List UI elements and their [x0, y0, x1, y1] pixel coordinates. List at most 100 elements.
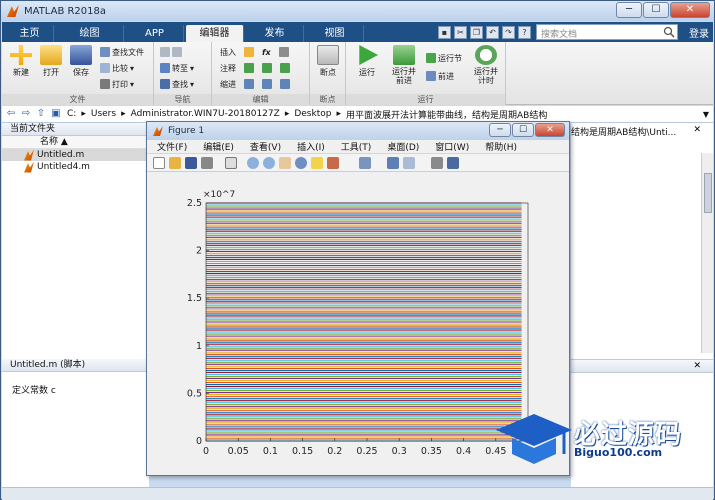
save-quick-icon[interactable]: ▪ [438, 26, 451, 39]
figure-menu-bar: 文件(F) 编辑(E) 查看(V) 插入(I) 工具(T) 桌面(D) 窗口(W… [147, 140, 569, 154]
x-tick-label: 0.3 [392, 446, 407, 457]
tab-editor[interactable]: 编辑器 [186, 25, 244, 42]
find-button[interactable]: 查找 ▾ [160, 78, 194, 90]
browse-folder-icon[interactable]: ▣ [50, 108, 62, 120]
goto-button[interactable]: 转至 ▾ [160, 62, 194, 74]
dock-icon[interactable] [447, 157, 459, 169]
tab-view[interactable]: 视图 [306, 25, 364, 42]
up-folder-icon[interactable]: ⇧ [35, 108, 47, 120]
menu-window[interactable]: 窗口(W) [435, 140, 469, 153]
indent-in-icon [262, 79, 272, 89]
indent-button[interactable]: 缩进 [220, 78, 290, 90]
close-button[interactable]: ✕ [670, 2, 710, 18]
compare-icon [100, 63, 110, 73]
y-tick-label: 2 [196, 246, 202, 257]
insert-button[interactable]: 插入 fx [220, 46, 289, 58]
file-row[interactable]: Untitled.m [2, 149, 148, 161]
forward-arrow-icon[interactable]: ⇨ [20, 108, 32, 120]
run-advance-icon [393, 45, 415, 65]
panel-close-icon[interactable]: ✕ [693, 125, 701, 135]
undo-quick-icon[interactable]: ↶ [486, 26, 499, 39]
menu-help[interactable]: 帮助(H) [485, 140, 517, 153]
ribbon-group-breakpoints: 断点 断点 [310, 42, 346, 105]
run-section-button[interactable]: 运行节 [426, 52, 462, 64]
legend-icon[interactable] [403, 157, 415, 169]
menu-insert[interactable]: 插入(I) [297, 140, 325, 153]
path-segment-desktop[interactable]: Desktop [294, 109, 331, 119]
figure-title: Figure 1 [168, 126, 205, 136]
x-tick-label: 0.1 [263, 446, 278, 457]
scroll-thumb[interactable] [704, 173, 712, 213]
breakpoints-icon [317, 45, 339, 65]
help-quick-icon[interactable]: ? [518, 26, 531, 39]
pan-icon[interactable] [279, 157, 291, 169]
print-icon[interactable] [201, 157, 213, 169]
back-forward-buttons[interactable] [160, 46, 182, 58]
breakpoints-button[interactable]: 断点 [313, 45, 343, 78]
tab-apps[interactable]: APP [126, 25, 184, 42]
menu-file[interactable]: 文件(F) [157, 140, 187, 153]
figure-close-button[interactable]: ✕ [535, 123, 565, 137]
path-segment-drive[interactable]: C: [67, 109, 76, 119]
tab-home[interactable]: 主页 [6, 25, 54, 42]
link-plot-icon[interactable] [359, 157, 371, 169]
new-figure-icon[interactable] [153, 157, 165, 169]
run-advance-button[interactable]: 运行并 前进 [386, 45, 422, 85]
panel-close-icon[interactable]: ✕ [693, 361, 701, 371]
minimize-button[interactable]: ─ [616, 2, 642, 18]
figure-toolbar [147, 154, 569, 172]
copy-quick-icon[interactable]: ❐ [470, 26, 483, 39]
name-column-header[interactable]: 名称 ▲ [2, 136, 148, 149]
current-folder-panel: 当前文件夹 名称 ▲ Untitled.m Untitled4.m [2, 123, 149, 359]
new-button[interactable]: 新建 [6, 45, 36, 78]
maximize-button[interactable]: ☐ [643, 2, 669, 18]
comment-button[interactable]: 注释 [220, 62, 290, 74]
file-row[interactable]: Untitled4.m [2, 161, 148, 173]
menu-view[interactable]: 查看(V) [250, 140, 281, 153]
save-icon[interactable] [185, 157, 197, 169]
back-arrow-icon[interactable]: ⇦ [5, 108, 17, 120]
compare-button[interactable]: 比较 ▾ [100, 62, 134, 74]
menu-tools[interactable]: 工具(T) [341, 140, 372, 153]
uncomment-icon [262, 63, 272, 73]
path-segment-users[interactable]: Users [91, 109, 116, 119]
search-input[interactable]: 搜索文档 [536, 24, 678, 40]
fx-icon[interactable]: fx [262, 48, 271, 57]
pointer-icon[interactable] [225, 157, 237, 169]
zoom-in-icon[interactable] [247, 157, 259, 169]
x-tick-label: 0.05 [228, 446, 249, 457]
open-folder-icon[interactable] [169, 157, 181, 169]
path-segment-admin[interactable]: Administrator.WIN7U-20180127Z [131, 109, 280, 119]
zoom-out-icon[interactable] [263, 157, 275, 169]
path-segment-project[interactable]: 用平面波展开法计算能带曲线，结构是周期AB结构 [346, 108, 547, 121]
data-cursor-icon[interactable] [311, 157, 323, 169]
run-time-button[interactable]: 运行并 计时 [468, 45, 504, 85]
run-button[interactable]: 运行 [352, 45, 382, 78]
login-link[interactable]: 登录 [689, 25, 709, 40]
arrow-left-icon [160, 47, 170, 57]
vertical-scrollbar[interactable] [701, 153, 713, 353]
hide-tools-icon[interactable] [431, 157, 443, 169]
redo-quick-icon[interactable]: ↷ [502, 26, 515, 39]
menu-desktop[interactable]: 桌面(D) [387, 140, 419, 153]
ribbon-toolbar: 新建 打开 保存 查找文件 比较 ▾ 打印 ▾ 文件 转至 ▾ 查找 ▾ 导航 … [2, 42, 713, 105]
cut-quick-icon[interactable]: ✂ [454, 26, 467, 39]
advance-button[interactable]: 前进 [426, 70, 454, 82]
y-tick-label: 1.5 [187, 293, 202, 304]
save-button[interactable]: 保存 [66, 45, 96, 78]
y-tick-label: 0.5 [187, 388, 202, 399]
colorbar-icon[interactable] [387, 157, 399, 169]
open-button[interactable]: 打开 [36, 45, 66, 78]
brush-icon[interactable] [327, 157, 339, 169]
rotate-icon[interactable] [295, 157, 307, 169]
tab-plots[interactable]: 绘图 [56, 25, 124, 42]
menu-edit[interactable]: 编辑(E) [203, 140, 234, 153]
address-dropdown-icon[interactable]: ▼ [703, 110, 709, 119]
figure-minimize-button[interactable]: ─ [489, 123, 511, 137]
tab-publish[interactable]: 发布 [246, 25, 304, 42]
print-button[interactable]: 打印 ▾ [100, 78, 134, 90]
x-tick-label: 0.15 [292, 446, 313, 457]
figure-maximize-button[interactable]: ☐ [512, 123, 534, 137]
find-files-button[interactable]: 查找文件 [100, 46, 144, 58]
print-icon [100, 79, 110, 89]
